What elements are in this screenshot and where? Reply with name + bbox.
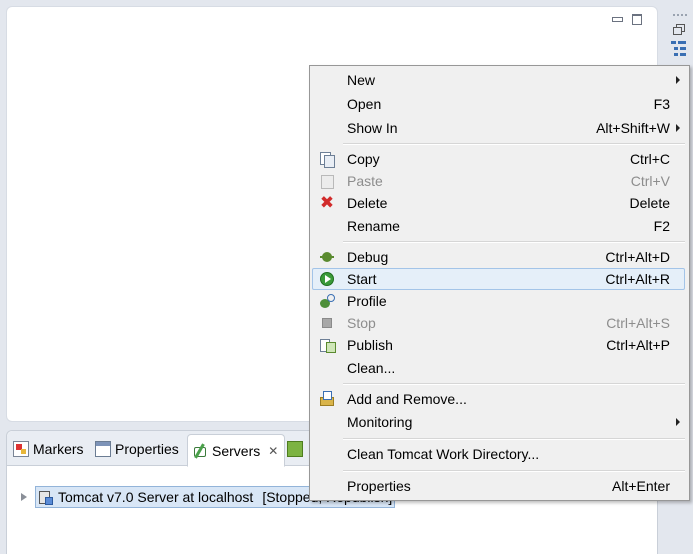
menu-item-profile[interactable]: Profile [312,290,685,312]
drag-handle[interactable] [673,14,687,18]
server-icon [38,490,53,505]
menu-shortcut: Ctrl+Alt+D [605,249,670,265]
menu-shortcut: Ctrl+V [630,173,670,189]
close-icon[interactable]: ✕ [268,444,278,458]
menu-label: Paste [347,173,383,189]
submenu-arrow-icon [676,418,680,426]
menu-label: Publish [347,337,393,353]
menu-shortcut: F2 [653,218,670,234]
menu-item-open[interactable]: Open F3 [312,93,685,115]
menu-shortcut: Ctrl+C [629,151,670,167]
menu-item-paste: Paste Ctrl+V [312,170,685,192]
properties-icon [95,441,111,457]
maximize-icon[interactable] [631,13,643,25]
menu-label: Rename [347,218,400,234]
tab-properties[interactable]: Properties [91,434,185,464]
menu-label: New [347,72,376,88]
submenu-arrow-icon [676,76,680,84]
menu-label: Clean... [347,360,396,376]
markers-icon [13,441,29,457]
menu-label: Clean Tomcat Work Directory... [347,446,540,462]
start-icon [319,271,335,287]
delete-icon: ✖ [319,193,335,212]
menu-item-monitoring[interactable]: Monitoring [312,411,685,433]
menu-shortcut: Ctrl+Alt+S [606,315,670,331]
tab-servers-label: Servers [212,442,261,459]
view-icon [287,441,303,457]
menu-item-rename[interactable]: Rename F2 [312,215,685,237]
tab-markers-label: Markers [33,441,84,457]
menu-label: Profile [347,293,387,309]
menu-item-debug[interactable]: Debug Ctrl+Alt+D [312,246,685,268]
expand-arrow-icon[interactable] [21,493,27,501]
menu-shortcut: Ctrl+Alt+P [606,337,670,353]
menu-item-copy[interactable]: Copy Ctrl+C [312,148,685,170]
menu-shortcut: Delete [629,195,670,211]
outline-view-icon[interactable] [671,40,687,56]
servers-icon [192,443,208,459]
menu-shortcut: Alt+Enter [612,478,670,494]
menu-label: Copy [347,151,380,167]
menu-item-add-remove[interactable]: Add and Remove... [312,388,685,410]
menu-label: Delete [347,195,388,211]
profile-icon [319,293,335,309]
menu-item-delete[interactable]: ✖ Delete Delete [312,192,685,214]
server-name: Tomcat v7.0 Server at localhost [58,489,254,505]
menu-label: Properties [347,478,411,494]
menu-item-stop: Stop Ctrl+Alt+S [312,312,685,334]
publish-icon [319,337,336,353]
menu-item-properties[interactable]: Properties Alt+Enter [312,475,685,497]
tab-servers[interactable]: Servers ✕ [187,434,286,467]
menu-separator [343,241,685,243]
menu-item-publish[interactable]: Publish Ctrl+Alt+P [312,334,685,356]
debug-icon [319,249,335,265]
tab-markers[interactable]: Markers [9,434,90,464]
menu-separator [343,470,685,472]
tab-properties-label: Properties [115,441,179,457]
submenu-arrow-icon [676,124,680,132]
menu-shortcut: Ctrl+Alt+R [605,271,670,287]
menu-label: Open [347,96,382,112]
menu-label: Monitoring [347,414,413,430]
menu-label: Start [347,271,377,287]
minimize-icon[interactable] [611,13,623,25]
menu-label: Show In [347,120,398,136]
copy-icon [319,151,335,168]
paste-icon [319,173,335,189]
stop-icon [319,315,335,331]
menu-label: Stop [347,315,376,331]
menu-item-clean[interactable]: Clean... [312,357,685,379]
menu-item-start[interactable]: Start Ctrl+Alt+R [312,268,685,290]
menu-label: Debug [347,249,389,265]
menu-separator [343,143,685,145]
menu-label: Add and Remove... [347,391,467,407]
menu-item-new[interactable]: New [312,69,685,91]
menu-item-show-in[interactable]: Show In Alt+Shift+W [312,117,685,139]
menu-shortcut: Alt+Shift+W [596,120,670,136]
menu-separator [343,383,685,385]
restore-icon[interactable] [673,24,685,35]
menu-shortcut: F3 [653,96,670,112]
context-menu: New Open F3 Show In Alt+Shift+W Copy Ctr… [309,65,690,501]
add-remove-icon [319,391,335,407]
menu-separator [343,438,685,440]
menu-item-clean-work-dir[interactable]: Clean Tomcat Work Directory... [312,443,685,465]
